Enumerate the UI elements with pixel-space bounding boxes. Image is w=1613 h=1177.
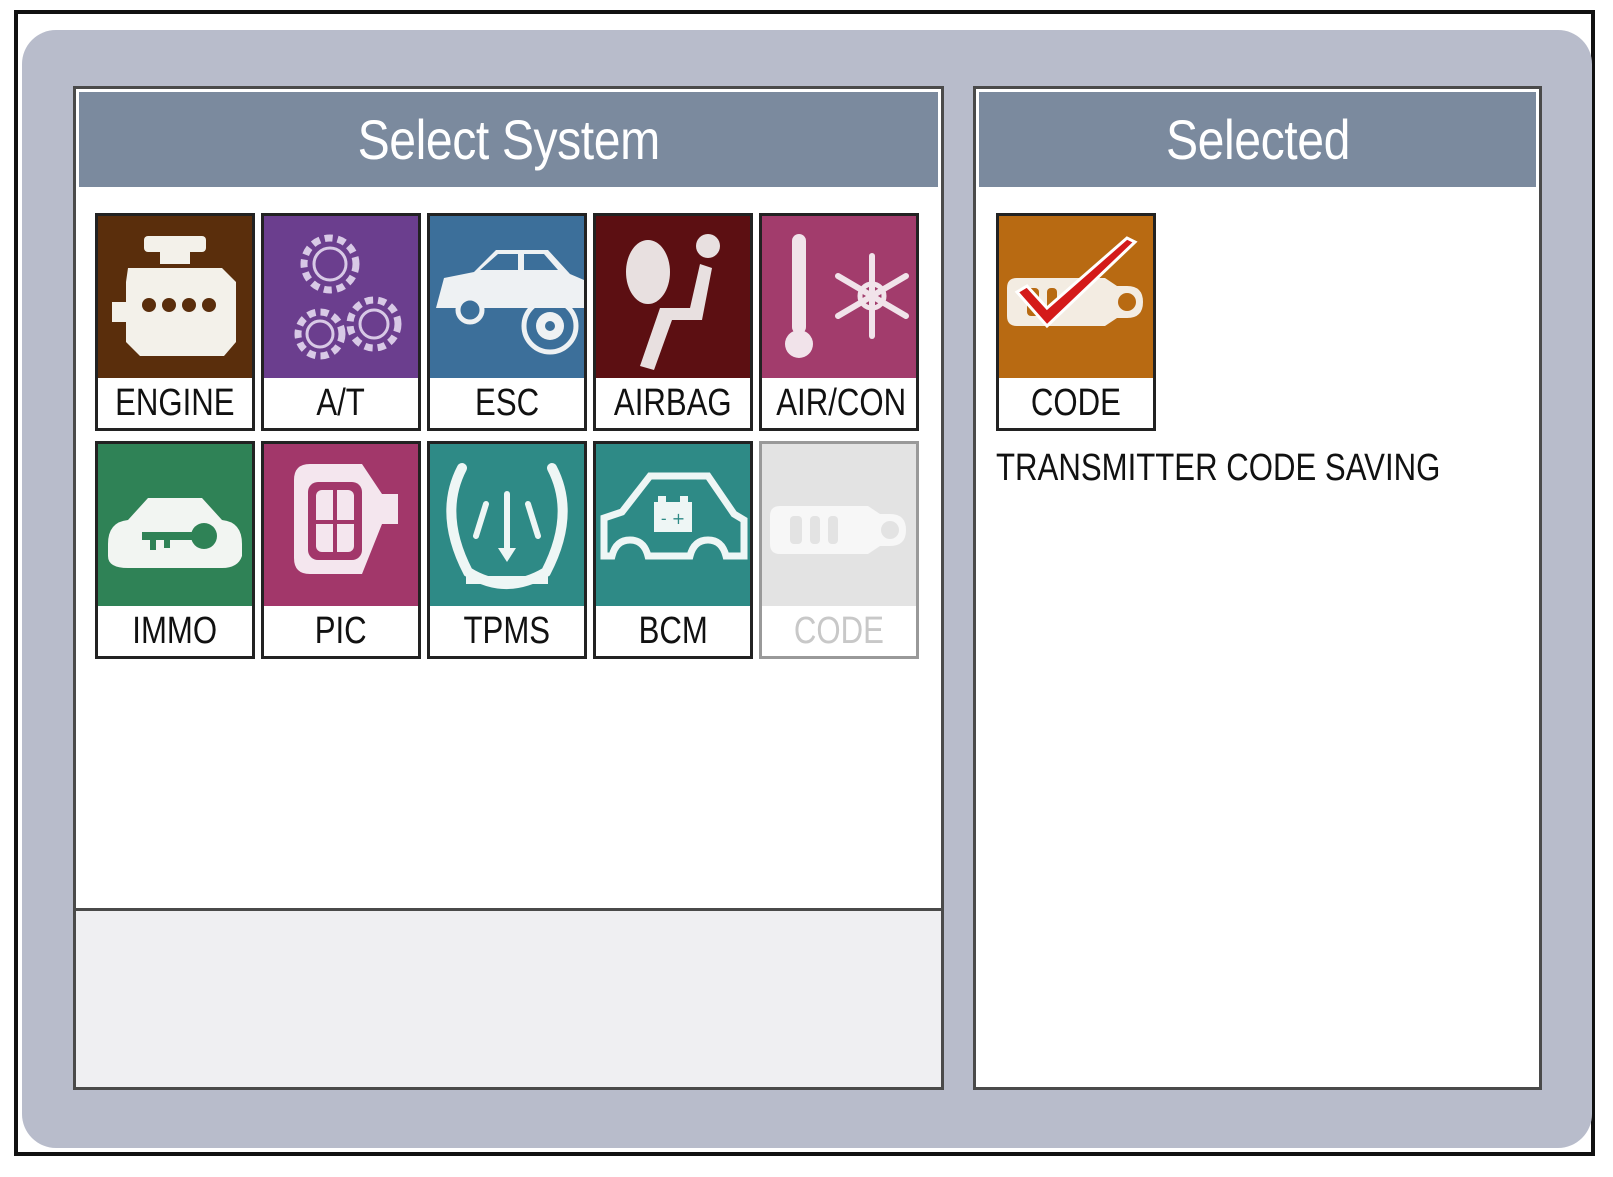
car-key-icon (98, 444, 252, 610)
system-label: CODE (793, 610, 885, 652)
system-label: TPMS (463, 610, 551, 652)
selected-panel: Selected CODE TRANSMITTER CODE SAVING (973, 86, 1542, 1090)
system-label: BCM (638, 610, 708, 652)
system-label: IMMO (132, 610, 218, 652)
system-tile-at[interactable]: A/T (261, 213, 421, 431)
system-label: AIR/CON (776, 382, 907, 424)
transmitter-code-icon (762, 444, 916, 610)
system-label: CODE (1030, 382, 1122, 424)
system-tile-pic[interactable]: PIC (261, 441, 421, 659)
panel-title: Selected (1165, 108, 1350, 171)
system-tile-tpms[interactable]: TPMS (427, 441, 587, 659)
thermometer-snowflake-icon (762, 216, 916, 382)
transmitter-code-check-icon (999, 216, 1153, 382)
system-tile-engine[interactable]: ENGINE (95, 213, 255, 431)
system-label: ENGINE (115, 382, 235, 424)
selected-description: TRANSMITTER CODE SAVING (996, 447, 1441, 489)
system-label: AIRBAG (614, 382, 732, 424)
selected-header: Selected (979, 92, 1536, 187)
system-label: A/T (316, 382, 366, 424)
panel-title: Select System (357, 108, 660, 171)
select-system-header: Select System (79, 92, 938, 187)
system-tile-bcm[interactable]: - + BCM (593, 441, 753, 659)
system-tile-esc[interactable]: ESC (427, 213, 587, 431)
gears-icon (264, 216, 418, 382)
car-battery-icon: - + (596, 444, 750, 610)
system-tile-code[interactable]: CODE (759, 441, 919, 659)
system-tile-airbag[interactable]: AIRBAG (593, 213, 753, 431)
engine-icon (98, 216, 252, 382)
airbag-seat-icon (596, 216, 750, 382)
car-brake-icon (430, 216, 584, 382)
system-label: ESC (474, 382, 540, 424)
panel-footer (76, 908, 941, 1087)
select-system-panel: Select System ENGINE A/T ESC AIRBAG AIR/… (73, 86, 944, 1090)
selected-tile-code[interactable]: CODE (996, 213, 1156, 431)
system-tile-aircon[interactable]: AIR/CON (759, 213, 919, 431)
smart-key-icon (264, 444, 418, 610)
svg-text:- +: - + (661, 509, 685, 528)
system-tile-immo[interactable]: IMMO (95, 441, 255, 659)
tire-pressure-icon (430, 444, 584, 610)
system-label: PIC (315, 610, 367, 652)
